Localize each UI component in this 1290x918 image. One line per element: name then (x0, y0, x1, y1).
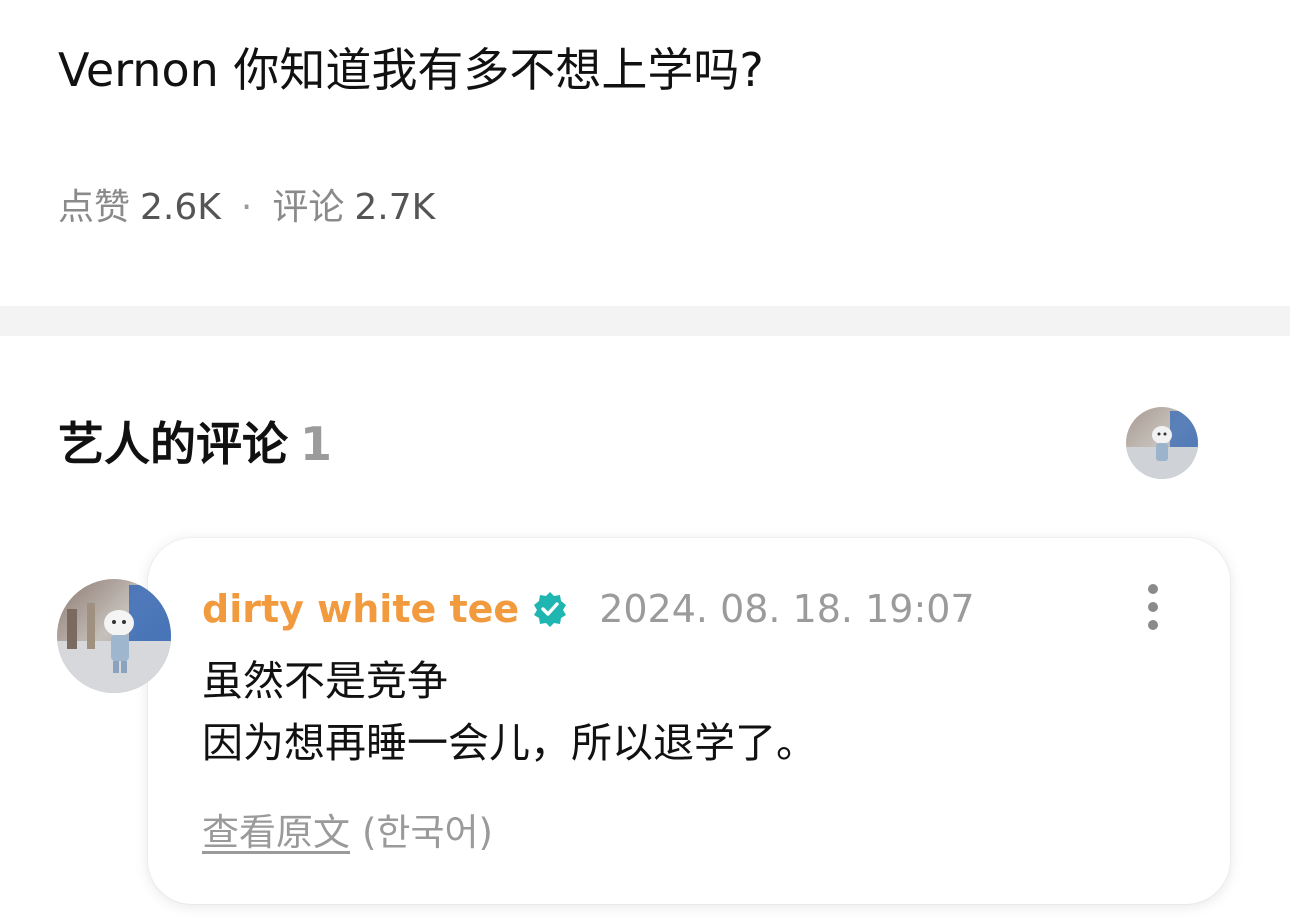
more-vertical-icon (1148, 584, 1158, 630)
avatar-image-icon (1126, 407, 1198, 479)
more-options-button[interactable] (1138, 582, 1168, 638)
comment-author-avatar[interactable] (57, 579, 171, 693)
artist-comments-title: 艺人的评论 (58, 417, 288, 471)
post-stats: 点赞 2.6K · 评论 2.7K (58, 184, 435, 232)
comment-meta: dirty white tee 2024. 08. 18. 19:07 (202, 584, 975, 634)
comment-author-name[interactable]: dirty white tee (202, 584, 519, 634)
stats-separator: · (240, 187, 253, 228)
view-original-link[interactable]: 查看原文 (202, 811, 350, 854)
comment-body: 虽然不是竞争 因为想再睡一会儿，所以退学了。 (202, 650, 817, 774)
comment-line: 虽然不是竞争 (202, 657, 448, 705)
post-page: Vernon 你知道我有多不想上学吗? 点赞 2.6K · 评论 2.7K 艺人的评论 1 (0, 0, 1290, 918)
likes-count: 2.6K (140, 187, 221, 228)
comment-card: dirty white tee 2024. 08. 18. 19:07 虽然不是… (148, 538, 1230, 904)
translate-row: 查看原文 (한국어) (202, 808, 493, 858)
section-divider (0, 306, 1290, 336)
artist-comments-header: 艺人的评论 1 (58, 414, 332, 474)
likes-label: 点赞 (58, 187, 131, 228)
original-language-label: (한국어) (362, 811, 493, 854)
verified-badge-icon (531, 590, 569, 628)
avatar-image-icon (57, 579, 171, 693)
comments-label: 评论 (272, 187, 345, 228)
post-title: Vernon 你知道我有多不想上学吗? (58, 43, 764, 97)
artist-avatar-small[interactable] (1126, 407, 1198, 479)
comments-count: 2.7K (354, 187, 436, 228)
comment-line: 因为想再睡一会儿，所以退学了。 (202, 719, 817, 767)
comment-timestamp: 2024. 08. 18. 19:07 (599, 587, 975, 631)
artist-comments-count: 1 (300, 417, 333, 471)
